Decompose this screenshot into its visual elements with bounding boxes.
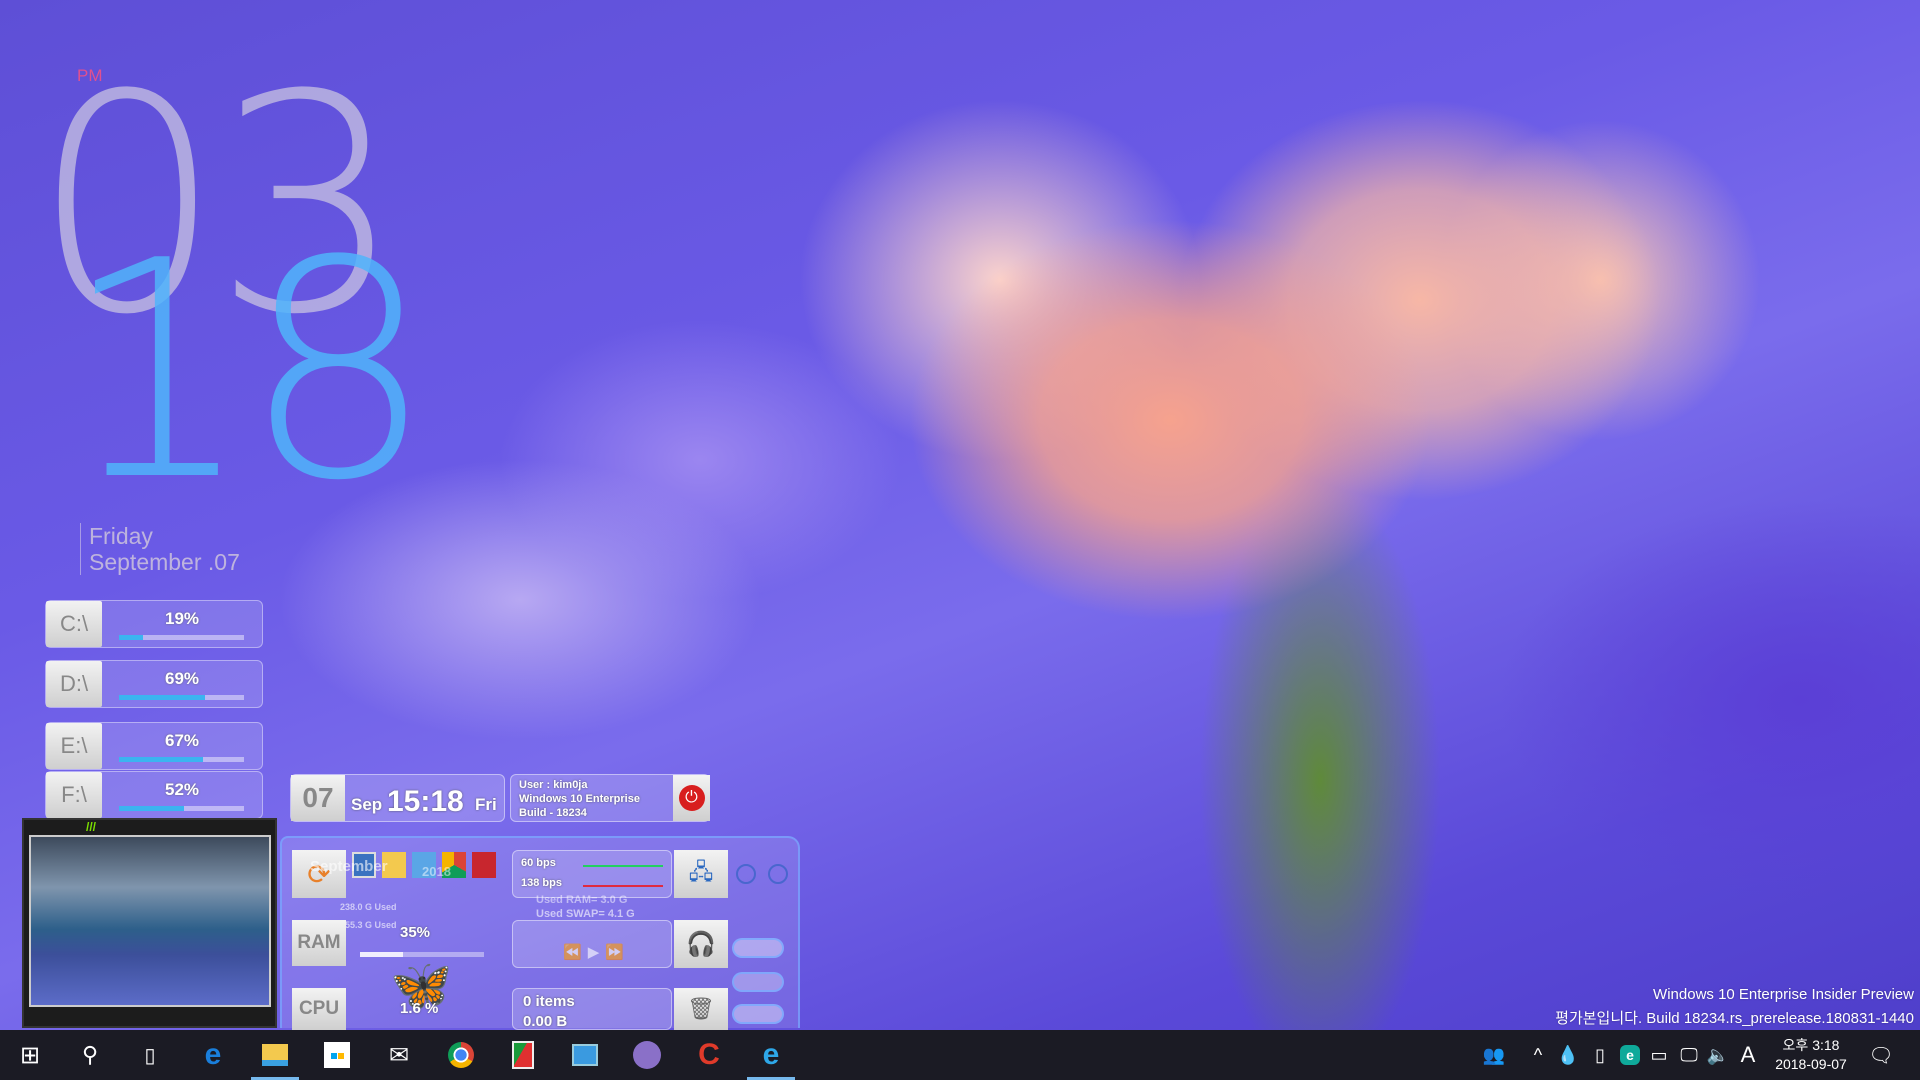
task-view-button[interactable]: ▯ (126, 1030, 174, 1080)
photo-frame-widget[interactable]: /// (22, 818, 277, 1028)
net-download: 138 bps (521, 877, 562, 889)
drive-usage-bar (119, 806, 244, 811)
cpu-label: CPU (292, 988, 346, 1030)
used-ram: Used RAM= 3.0 G (536, 894, 628, 906)
ccleaner-icon[interactable] (472, 852, 496, 878)
user-widget: User : kim0ja Windows 10 Enterprise Buil… (510, 774, 710, 822)
tray-clock[interactable]: 오후 3:18 2018-09-07 (1768, 1030, 1854, 1080)
search-button[interactable]: ⚲ (66, 1030, 114, 1080)
windows-watermark: Windows 10 Enterprise Insider Preview 평가… (1555, 986, 1914, 1028)
disk-used-1: 238.0 G Used (340, 902, 397, 912)
drive-usage-bar (119, 635, 244, 640)
user-info: User : kim0ja Windows 10 Enterprise Buil… (519, 778, 640, 820)
media-controls: ⏪▶⏩ (563, 943, 630, 961)
disk-used-2: 155.3 G Used (340, 920, 397, 930)
drop-icon[interactable]: 💧 (1556, 1030, 1580, 1080)
calendar-year: 2018 (422, 864, 451, 879)
control-panel-taskbar-icon[interactable] (561, 1030, 609, 1080)
eset-label: e (1620, 1045, 1640, 1065)
recycle-bin-icon[interactable]: 🗑 (674, 988, 728, 1030)
date-month: Sep (351, 795, 383, 814)
file-explorer-icon[interactable] (251, 1030, 299, 1080)
usb-icon[interactable]: ▯ (1588, 1030, 1612, 1080)
power-button[interactable]: ⏻ (673, 775, 710, 821)
drive-label: C:\ (46, 601, 102, 647)
day-number: 07 (291, 775, 345, 821)
recycle-size: 0.00 B (523, 1013, 568, 1030)
date-time: 15:18 (387, 785, 464, 818)
app-icon-red-green[interactable] (499, 1030, 547, 1080)
taskbar: ⊞ ⚲ ▯ e ✉ C e 👥 ^ 💧 ▯ e ▭ 🖵 🔈 A 오후 3:18 … (0, 1030, 1920, 1080)
drive-usage-bar (119, 695, 244, 700)
date-label: September .07 (89, 549, 240, 575)
net-upload: 60 bps (521, 857, 556, 869)
tray-time: 오후 3:18 (1782, 1037, 1840, 1053)
drive-widget[interactable]: D:\ 69% (45, 660, 263, 708)
circle-button-1[interactable] (736, 864, 756, 884)
previous-icon[interactable]: ⏪ (563, 944, 588, 961)
toggle-button-3[interactable] (732, 1004, 784, 1024)
input-method-indicator[interactable]: A (1736, 1030, 1760, 1080)
next-icon[interactable]: ⏩ (605, 944, 630, 961)
frame-grip-icon: /// (86, 820, 97, 834)
eset-icon[interactable]: e (1618, 1030, 1642, 1080)
date-widget: 07 Sep 15:18 Fri (290, 774, 505, 822)
ccleaner-taskbar-icon[interactable]: C (685, 1030, 733, 1080)
network-graph: 60 bps 138 bps (512, 850, 672, 898)
upload-line (583, 865, 663, 867)
os-build: Build - 18234 (519, 807, 587, 819)
recycle-items: 0 items (523, 993, 575, 1010)
clock-minute: 18 (62, 197, 434, 546)
network-icon[interactable]: 🖧 (674, 850, 728, 898)
user-name: User : kim0ja (519, 779, 588, 791)
date-weekday: Fri (475, 795, 497, 814)
battery-icon[interactable]: ▭ (1646, 1030, 1672, 1080)
clock-date: Friday September .07 (80, 523, 240, 575)
store-icon[interactable] (313, 1030, 361, 1080)
recycle-bin-widget: 0 items 0.00 B (512, 988, 672, 1030)
drive-percent: 19% (164, 609, 200, 628)
drive-percent: 67% (164, 731, 200, 750)
people-icon[interactable]: 👥 (1480, 1030, 1508, 1080)
toggle-button-1[interactable] (732, 938, 784, 958)
os-name: Windows 10 Enterprise (519, 793, 640, 805)
mail-icon[interactable]: ✉ (375, 1030, 423, 1080)
download-line (583, 885, 663, 887)
cpu-percent: 1.6 % (400, 1000, 439, 1017)
toggle-button-2[interactable] (732, 972, 784, 992)
edge-icon[interactable]: e (189, 1030, 237, 1080)
drive-widget[interactable]: E:\ 67% (45, 722, 263, 770)
ram-percent: 35% (400, 924, 431, 941)
weekday-label: Friday (89, 523, 153, 549)
ram-label: RAM (292, 920, 346, 966)
used-swap: Used SWAP= 4.1 G (536, 908, 635, 920)
drive-widget[interactable]: F:\ 52% (45, 771, 263, 819)
circle-button-2[interactable] (768, 864, 788, 884)
show-hidden-icons-chevron[interactable]: ^ (1526, 1030, 1550, 1080)
chrome-taskbar-icon[interactable] (437, 1030, 485, 1080)
drive-widget[interactable]: C:\ 19% (45, 600, 263, 648)
power-icon: ⏻ (678, 785, 705, 811)
watermark-line2: 평가본입니다. Build 18234.rs_prerelease.180831… (1555, 1010, 1914, 1027)
landscape-photo (29, 835, 271, 1007)
internet-explorer-icon[interactable]: e (747, 1030, 795, 1080)
calendar-month: September (310, 858, 388, 875)
start-button[interactable]: ⊞ (6, 1030, 54, 1080)
action-center-icon[interactable]: 🗨 (1866, 1030, 1896, 1080)
tray-date: 2018-09-07 (1775, 1056, 1847, 1072)
network-tray-icon[interactable]: 🖵 (1676, 1030, 1702, 1080)
drive-label: D:\ (46, 661, 102, 707)
play-icon[interactable]: ▶ (588, 944, 606, 961)
volume-icon[interactable]: 🔈 (1706, 1030, 1730, 1080)
tor-browser-icon[interactable] (623, 1030, 671, 1080)
media-player: ⏪▶⏩ (512, 920, 672, 968)
drive-percent: 52% (164, 780, 200, 799)
watermark-line1: Windows 10 Enterprise Insider Preview (1653, 986, 1914, 1003)
drive-label: F:\ (46, 772, 102, 818)
drive-usage-bar (119, 757, 244, 762)
system-monitor-panel: ⟳ September 2018 238.0 G Used 155.3 G Us… (280, 836, 800, 1030)
drive-label: E:\ (46, 723, 102, 769)
drive-percent: 69% (164, 669, 200, 688)
headphones-icon[interactable]: 🎧 (674, 920, 728, 968)
